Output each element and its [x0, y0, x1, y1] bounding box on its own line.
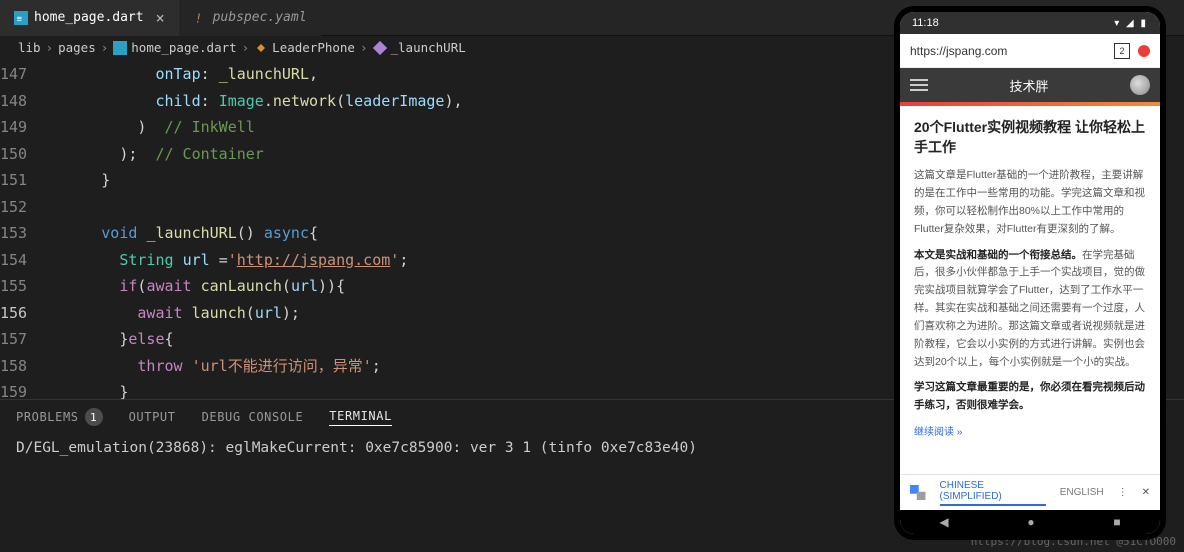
phone-screen: 11:18 ▾ ◢ ▮ https://jspang.com 2 技术胖 20个…	[900, 12, 1160, 534]
home-icon[interactable]: ●	[1027, 515, 1034, 529]
android-nav-bar: ◀ ● ■	[900, 510, 1160, 534]
yaml-file-icon: !	[193, 11, 207, 25]
article-paragraph: 学习这篇文章最重要的是，你必须在看完视频后动手练习，否则很难学会。	[914, 379, 1146, 415]
site-app-bar: 技术胖	[900, 68, 1160, 102]
panel-tab-output[interactable]: OUTPUT	[129, 410, 176, 424]
back-icon[interactable]: ◀	[939, 515, 948, 529]
svg-text:!: !	[194, 11, 201, 25]
record-icon[interactable]	[1138, 45, 1150, 57]
panel-tab-problems[interactable]: PROBLEMS 1	[16, 408, 103, 426]
chevron-right-icon: ›	[360, 40, 368, 55]
article-paragraph: 这篇文章是Flutter基础的一个进阶教程，主要讲解的是在工作中一些常用的功能。…	[914, 167, 1146, 238]
browser-url-bar[interactable]: https://jspang.com 2	[900, 34, 1160, 68]
tab-home-page-dart[interactable]: ≡ home_page.dart ×	[0, 0, 179, 36]
breadcrumb-folder: pages	[58, 40, 96, 55]
more-icon[interactable]: ⋮	[1118, 487, 1128, 498]
recent-icon[interactable]: ■	[1113, 515, 1120, 529]
method-icon	[373, 41, 387, 55]
tab-pubspec-yaml[interactable]: ! pubspec.yaml	[179, 0, 321, 36]
code-body[interactable]: onTap: _launchURL, child: Image.network(…	[47, 59, 462, 399]
article-content[interactable]: 20个Flutter实例视频教程 让你轻松上手工作 这篇文章是Flutter基础…	[900, 106, 1160, 474]
site-title: 技术胖	[928, 76, 1130, 95]
google-translate-icon[interactable]	[910, 485, 926, 501]
url-text: https://jspang.com	[910, 44, 1114, 58]
chevron-right-icon: ›	[242, 40, 250, 55]
article-paragraph: 本文是实战和基础的一个衔接总结。在学完基础后，很多小伙伴都急于上手一个实战项目，…	[914, 247, 1146, 372]
panel-tab-debug[interactable]: DEBUG CONSOLE	[202, 410, 304, 424]
article-title: 20个Flutter实例视频教程 让你轻松上手工作	[914, 118, 1146, 157]
phone-frame: 11:18 ▾ ◢ ▮ https://jspang.com 2 技术胖 20个…	[894, 6, 1166, 540]
translate-lang-other[interactable]: ENGLISH	[1060, 487, 1104, 498]
class-icon	[254, 41, 268, 55]
dart-file-icon	[113, 41, 127, 55]
translate-lang-selected[interactable]: CHINESE (SIMPLIFIED)	[940, 480, 1046, 506]
chevron-right-icon: ›	[46, 40, 54, 55]
problems-badge: 1	[85, 408, 103, 426]
close-icon[interactable]: ×	[156, 9, 165, 27]
svg-text:≡: ≡	[17, 14, 22, 24]
line-gutter: 1471481491501511521531541551561571581591…	[0, 59, 47, 399]
tab-label: pubspec.yaml	[213, 10, 307, 25]
dart-file-icon: ≡	[14, 11, 28, 25]
chevron-right-icon: ›	[101, 40, 109, 55]
avatar[interactable]	[1130, 75, 1150, 95]
phone-status-bar: 11:18 ▾ ◢ ▮	[900, 12, 1160, 34]
close-icon[interactable]: ✕	[1142, 487, 1150, 498]
menu-icon[interactable]	[910, 79, 928, 91]
breadcrumb-class: LeaderPhone	[272, 40, 355, 55]
tab-count-icon[interactable]: 2	[1114, 43, 1130, 59]
read-more-link[interactable]: 继续阅读 »	[914, 423, 1146, 438]
tab-label: home_page.dart	[34, 10, 144, 25]
panel-tab-terminal[interactable]: TERMINAL	[329, 409, 392, 426]
breadcrumb-folder: lib	[18, 40, 41, 55]
breadcrumb-file: home_page.dart	[131, 40, 236, 55]
status-time: 11:18	[912, 17, 939, 29]
breadcrumb-method: _launchURL	[391, 40, 466, 55]
translate-bar: CHINESE (SIMPLIFIED) ENGLISH ⋮ ✕	[900, 474, 1160, 510]
status-icons: ▾ ◢ ▮	[1114, 18, 1148, 29]
